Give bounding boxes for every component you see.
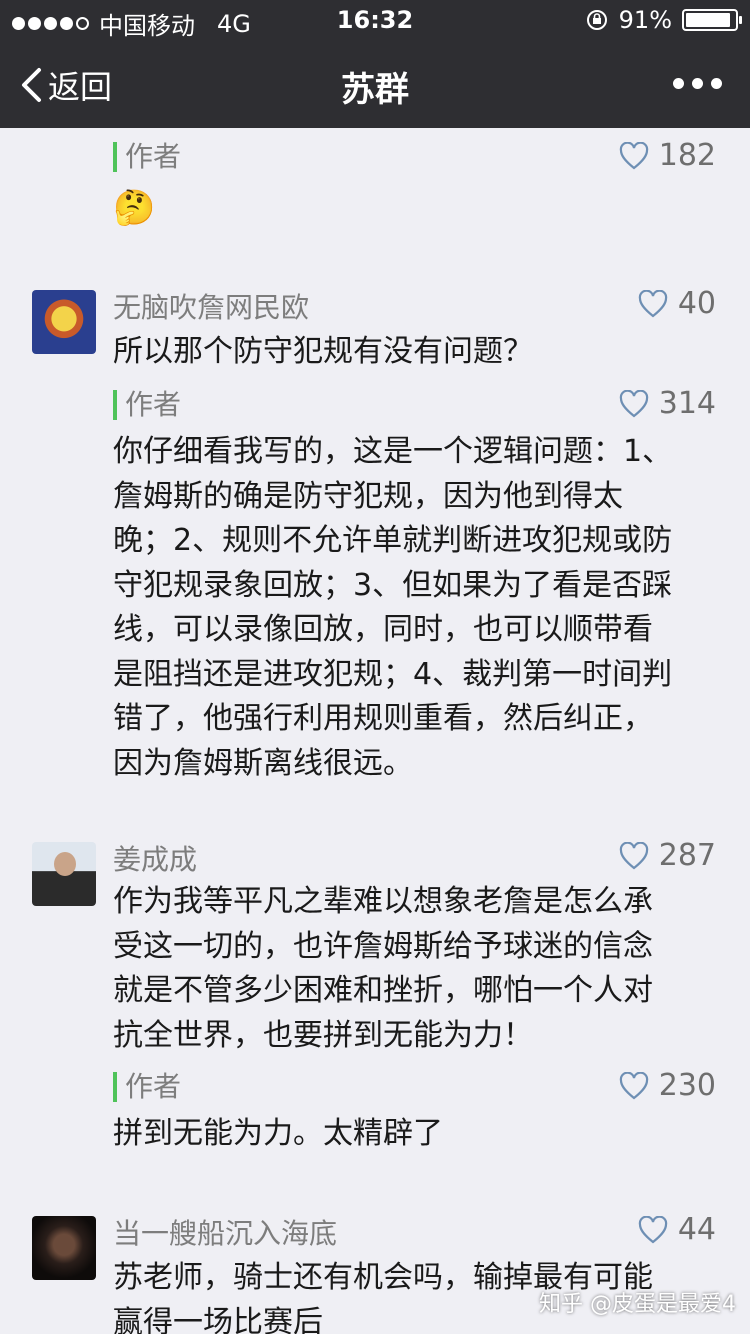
heart-icon bbox=[619, 841, 648, 869]
text-line: 晚；2、规则不允许单就判断进攻犯规或防 bbox=[113, 523, 673, 558]
status-bar: 中国移动 4G 16:32 91% bbox=[0, 0, 750, 40]
top-bar: 中国移动 4G 16:32 91% 返回 苏群 bbox=[0, 0, 750, 128]
avatar[interactable] bbox=[32, 290, 96, 354]
text-line: 错了，他强行利用规则重看，然后纠正， bbox=[113, 701, 653, 736]
text-line: 是阻挡还是进攻犯规；4、裁判第一时间判 bbox=[113, 656, 673, 692]
battery-percent: 91% bbox=[618, 6, 672, 34]
author-tag: 作者 bbox=[113, 142, 181, 172]
text-line: 受这一切的，也许詹姆斯给予球迷的信念 bbox=[113, 928, 653, 964]
commenter-name[interactable]: 姜成成 bbox=[113, 838, 197, 878]
text-line: 就是不管多少困难和挫折，哪怕一个人对 bbox=[113, 973, 653, 1008]
like-button[interactable]: 314 bbox=[619, 386, 716, 421]
comment-text: 所以那个防守犯规有没有问题？ bbox=[113, 334, 533, 369]
reply-text: 🤔 bbox=[113, 188, 156, 228]
avatar[interactable] bbox=[32, 842, 96, 906]
author-tag: 作者 bbox=[113, 390, 181, 420]
text-line: 守犯规录象回放；3、但如果为了看是否踩 bbox=[113, 567, 673, 603]
reply-text: 你仔细看我写的，这是一个逻辑问题：1、 詹姆斯的确是防守犯规，因为他到得太 晚；… bbox=[113, 430, 713, 786]
more-icon bbox=[673, 78, 684, 89]
orientation-lock-icon bbox=[586, 10, 607, 30]
heart-icon bbox=[619, 141, 648, 169]
text-line: 作为我等平凡之辈难以想象老詹是怎么承 bbox=[113, 884, 653, 919]
avatar[interactable] bbox=[32, 1216, 96, 1280]
nav-bar: 返回 苏群 bbox=[0, 40, 750, 128]
like-button[interactable]: 40 bbox=[638, 286, 716, 321]
like-count: 314 bbox=[658, 386, 716, 421]
like-button[interactable]: 230 bbox=[619, 1068, 716, 1103]
author-tag: 作者 bbox=[113, 1072, 181, 1102]
like-count: 44 bbox=[677, 1212, 716, 1247]
reply-text: 拼到无能为力。太精辟了 bbox=[113, 1116, 443, 1151]
like-count: 182 bbox=[658, 138, 716, 173]
commenter-name[interactable]: 无脑吹詹网民欧 bbox=[113, 286, 309, 326]
heart-icon bbox=[619, 389, 648, 417]
comment-text: 作为我等平凡之辈难以想象老詹是怎么承 受这一切的，也许詹姆斯给予球迷的信念 就是… bbox=[113, 880, 713, 1058]
text-line: 你仔细看我写的，这是一个逻辑问题：1、 bbox=[113, 434, 673, 469]
like-count: 230 bbox=[658, 1068, 716, 1103]
text-line: 线，可以录像回放，同时，也可以顺带看 bbox=[113, 612, 653, 647]
like-button[interactable]: 44 bbox=[638, 1212, 716, 1247]
like-button[interactable]: 287 bbox=[619, 838, 716, 873]
page-title: 苏群 bbox=[341, 70, 409, 110]
heart-icon bbox=[638, 1215, 667, 1243]
like-count: 40 bbox=[677, 286, 716, 321]
text-line: 抗全世界，也要拼到无能为力！ bbox=[113, 1017, 533, 1053]
like-button[interactable]: 182 bbox=[619, 138, 716, 173]
text-line: 詹姆斯的确是防守犯规，因为他到得太 bbox=[113, 478, 623, 514]
commenter-name[interactable]: 当一艘船沉入海底 bbox=[113, 1212, 337, 1252]
watermark: 知乎 @皮蛋是最爱4 bbox=[539, 1292, 736, 1317]
more-button[interactable] bbox=[673, 78, 722, 89]
heart-icon bbox=[619, 1071, 648, 1099]
text-line: 因为詹姆斯离线很远。 bbox=[113, 745, 413, 781]
heart-icon bbox=[638, 289, 667, 317]
comment-list[interactable]: 作者 182 🤔 无脑吹詹网民欧 40 所以那个防守犯规有没有问题？ 作者 31… bbox=[0, 128, 750, 1334]
battery-icon bbox=[682, 9, 742, 31]
like-count: 287 bbox=[658, 838, 716, 873]
